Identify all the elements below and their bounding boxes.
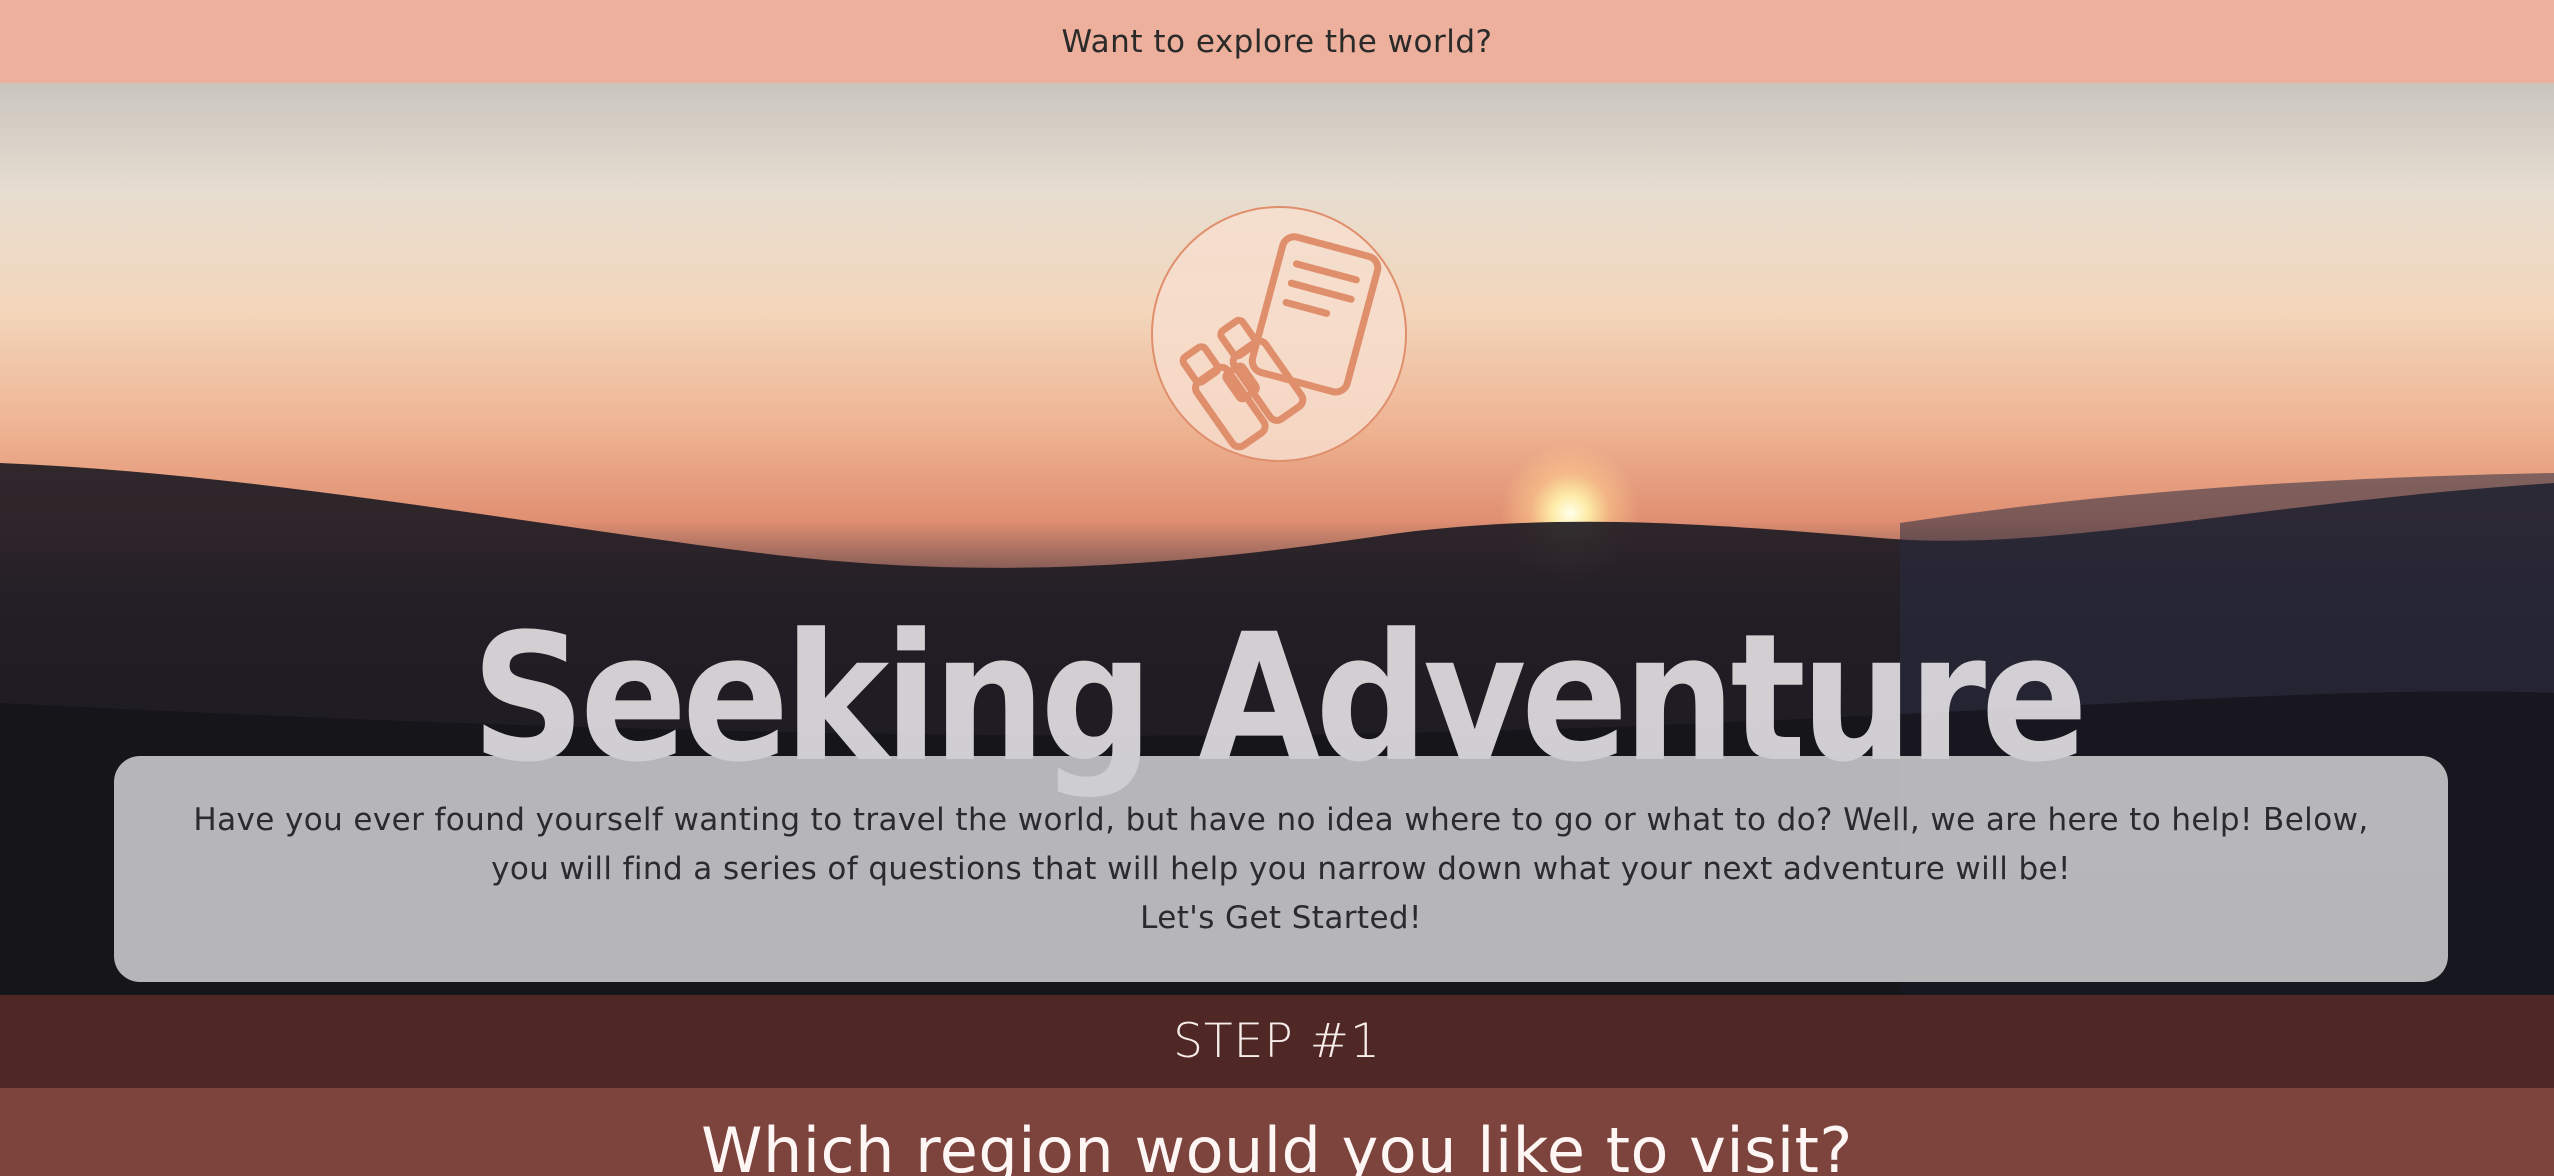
top-banner-text: Want to explore the world? [1061,23,1493,60]
intro-cta-text: Let's Get Started! [1140,899,1422,936]
top-banner: Want to explore the world? [0,0,2554,83]
hero-section: Seeking Adventure Have you ever found yo… [0,83,2554,995]
question-heading: Which region would you like to visit? [701,1114,1853,1176]
step-label: STEP #1 [1173,1014,1381,1069]
binoculars-icon [1179,233,1382,451]
step-bar: STEP #1 [0,995,2554,1088]
intro-card: Have you ever found yourself wanting to … [114,756,2448,982]
emblem-badge [1151,206,1407,462]
intro-paragraph: Have you ever found yourself wanting to … [193,801,2369,887]
question-bar: Which region would you like to visit? [0,1088,2554,1176]
